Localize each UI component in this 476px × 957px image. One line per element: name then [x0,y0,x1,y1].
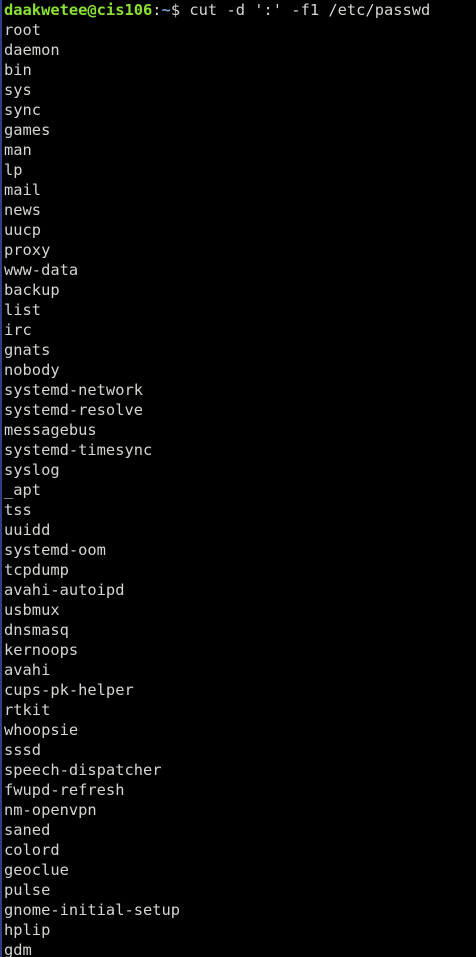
output-line: man [4,141,32,159]
output-line: cups-pk-helper [4,681,134,699]
output-line: daemon [4,41,60,59]
output-line: dnsmasq [4,621,69,639]
prompt-line: daakwetee@cis106:~$ cut -d ':' -f1 /etc/… [4,0,476,20]
output-line: gnome-initial-setup [4,901,181,919]
output-line: sys [4,81,32,99]
output-line: avahi-autoipd [4,581,125,599]
output-line: whoopsie [4,721,79,739]
output-line: list [4,301,42,319]
output-line: fwupd-refresh [4,781,125,799]
output-line: news [4,201,42,219]
output-line: syslog [4,461,60,479]
output-line: geoclue [4,861,69,879]
output-line: mail [4,181,42,199]
output-line: games [4,121,51,139]
output-line: irc [4,321,32,339]
output-line: avahi [4,661,51,679]
prompt-symbol: $ [170,1,190,19]
output-line: usbmux [4,601,60,619]
output-line: _apt [4,481,42,499]
output-line: sync [4,101,42,119]
output-line: pulse [4,881,51,899]
command-output: root daemon bin sys sync games man lp mail news uu… [4,20,476,957]
output-line: hplip [4,921,51,939]
prompt-user-host: daakwetee@cis106 [4,1,153,19]
output-line: gnats [4,341,51,359]
output-line: nm-openvpn [4,801,97,819]
output-line: bin [4,61,32,79]
output-line: lp [4,161,23,179]
output-line: tcpdump [4,561,69,579]
output-line: nobody [4,361,60,379]
output-line: uucp [4,221,42,239]
command-text: cut -d ':' -f1 /etc/passwd [189,1,431,19]
prompt-separator: : [152,1,162,19]
output-line: sssd [4,741,42,759]
output-line: rtkit [4,701,51,719]
output-line: saned [4,821,51,839]
output-line: messagebus [4,421,97,439]
output-line: speech-dispatcher [4,761,162,779]
output-line: root [4,21,42,39]
output-line: colord [4,841,60,859]
output-line: systemd-network [4,381,143,399]
output-line: tss [4,501,32,519]
output-line: gdm [4,941,32,957]
prompt-path: ~ [161,1,171,19]
terminal-window[interactable]: daakwetee@cis106:~$ cut -d ':' -f1 /etc/… [0,0,476,957]
output-line: kernoops [4,641,79,659]
output-line: uuidd [4,521,51,539]
output-line: systemd-timesync [4,441,153,459]
output-line: backup [4,281,60,299]
output-line: proxy [4,241,51,259]
output-line: systemd-oom [4,541,106,559]
output-line: systemd-resolve [4,401,143,419]
output-line: www-data [4,261,79,279]
